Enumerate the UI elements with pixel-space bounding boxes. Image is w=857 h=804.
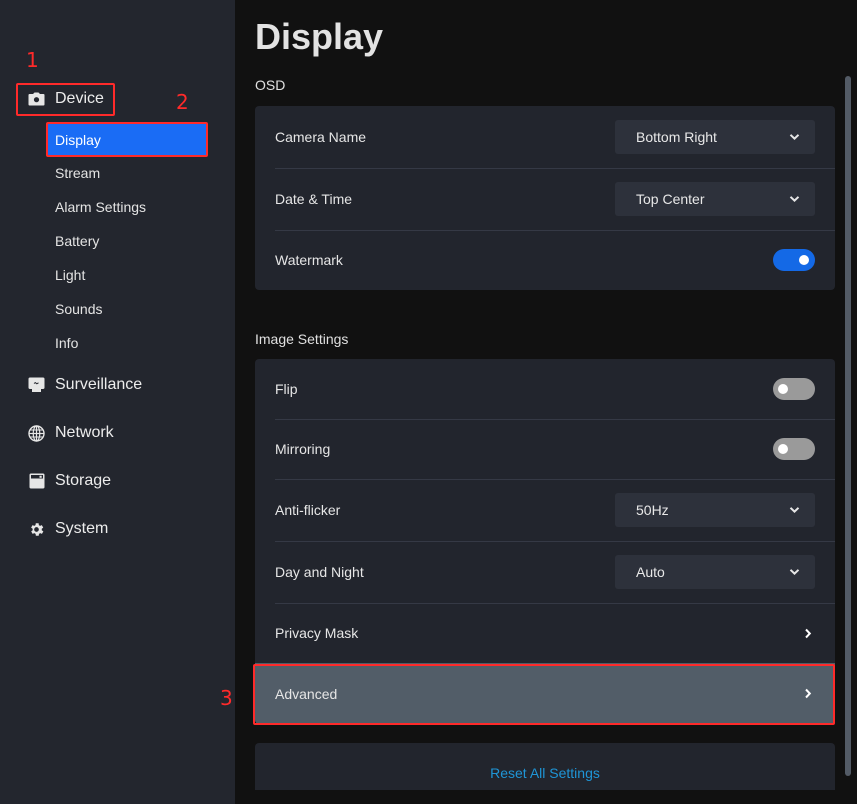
camera-name-label: Camera Name [275, 129, 367, 145]
chevron-down-icon [787, 130, 801, 144]
watermark-toggle[interactable] [773, 249, 815, 271]
image-settings-card: Flip Mirroring Anti-flicker 50Hz Day and… [255, 359, 835, 724]
date-time-select[interactable]: Top Center [615, 182, 815, 216]
reset-all-settings-link[interactable]: Reset All Settings [255, 765, 835, 781]
chevron-down-icon [787, 192, 801, 206]
day-night-row: Day and Night Auto [255, 541, 835, 603]
select-value: Top Center [636, 191, 705, 207]
osd-card: Camera Name Bottom Right Date & Time Top… [255, 106, 835, 290]
storage-icon [28, 473, 45, 490]
mirroring-label: Mirroring [275, 441, 331, 457]
section-label-image-settings: Image Settings [255, 331, 349, 347]
sidebar-item-stream[interactable]: Stream [47, 156, 207, 189]
sidebar-item-sounds[interactable]: Sounds [47, 292, 207, 325]
toggle-knob [778, 444, 788, 454]
sidebar-group-system[interactable]: System [28, 517, 108, 541]
sidebar-item-label: Display [55, 131, 101, 148]
sidebar-group-surveillance[interactable]: Surveillance [28, 373, 142, 397]
sidebar: Device Display Stream Alarm Settings Bat… [0, 0, 235, 804]
sidebar-item-label: Light [55, 266, 86, 283]
sidebar-item-label: Info [55, 334, 79, 351]
reset-card: Reset All Settings [255, 743, 835, 790]
camera-name-select[interactable]: Bottom Right [615, 120, 815, 154]
sidebar-group-storage[interactable]: Storage [28, 469, 111, 493]
sidebar-item-label: Battery [55, 232, 100, 249]
sidebar-group-label: System [55, 520, 109, 537]
sidebar-group-label: Storage [55, 472, 112, 489]
annotation-number-3: 3 [220, 686, 233, 710]
camera-name-row: Camera Name Bottom Right [255, 106, 835, 168]
mirroring-toggle[interactable] [773, 438, 815, 460]
main-content: Display OSD Camera Name Bottom Right Dat… [235, 0, 857, 804]
anti-flicker-select[interactable]: 50Hz [615, 493, 815, 527]
anti-flicker-label: Anti-flicker [275, 502, 341, 518]
toggle-knob [778, 384, 788, 394]
privacy-mask-label: Privacy Mask [275, 625, 359, 641]
sidebar-group-device[interactable]: Device [28, 87, 104, 111]
advanced-label: Advanced [275, 685, 338, 702]
day-night-label: Day and Night [275, 564, 364, 580]
annotation-number-2: 2 [176, 90, 189, 114]
mirroring-row: Mirroring [255, 419, 835, 479]
sidebar-item-label: Alarm Settings [55, 198, 147, 215]
anti-flicker-row: Anti-flicker 50Hz [255, 479, 835, 541]
sidebar-item-info[interactable]: Info [47, 326, 207, 359]
scrollbar-thumb[interactable] [845, 76, 851, 776]
sidebar-group-label: Network [55, 424, 114, 441]
sidebar-item-label: Stream [55, 164, 101, 181]
monitor-icon [28, 377, 45, 394]
chevron-right-icon [801, 626, 815, 640]
toggle-knob [799, 255, 809, 265]
globe-icon [28, 424, 45, 442]
sidebar-group-label: Surveillance [55, 376, 143, 393]
flip-toggle[interactable] [773, 378, 815, 400]
advanced-row[interactable]: Advanced [255, 663, 835, 724]
chevron-down-icon [787, 565, 801, 579]
flip-label: Flip [275, 381, 298, 397]
watermark-label: Watermark [275, 252, 343, 268]
chevron-down-icon [787, 503, 801, 517]
sidebar-item-battery[interactable]: Battery [47, 224, 207, 257]
watermark-row: Watermark [255, 230, 835, 290]
date-time-row: Date & Time Top Center [255, 168, 835, 230]
sidebar-item-display[interactable]: Display [47, 123, 207, 156]
sidebar-item-label: Sounds [55, 300, 103, 317]
chevron-right-icon [801, 687, 815, 701]
sidebar-item-light[interactable]: Light [47, 258, 207, 291]
gear-icon [28, 521, 45, 538]
sidebar-group-network[interactable]: Network [28, 421, 114, 445]
day-night-select[interactable]: Auto [615, 555, 815, 589]
select-value: Bottom Right [636, 129, 717, 145]
section-label-osd: OSD [255, 77, 286, 93]
sidebar-item-alarm-settings[interactable]: Alarm Settings [47, 190, 207, 223]
select-value: 50Hz [636, 502, 669, 518]
select-value: Auto [636, 564, 665, 580]
annotation-number-1: 1 [26, 48, 39, 72]
app-root: Device Display Stream Alarm Settings Bat… [0, 0, 857, 804]
camera-icon [28, 91, 45, 108]
privacy-mask-row[interactable]: Privacy Mask [255, 603, 835, 663]
date-time-label: Date & Time [275, 191, 353, 207]
page-title: Display [255, 16, 384, 57]
sidebar-group-label: Device [55, 90, 104, 107]
flip-row: Flip [255, 359, 835, 419]
